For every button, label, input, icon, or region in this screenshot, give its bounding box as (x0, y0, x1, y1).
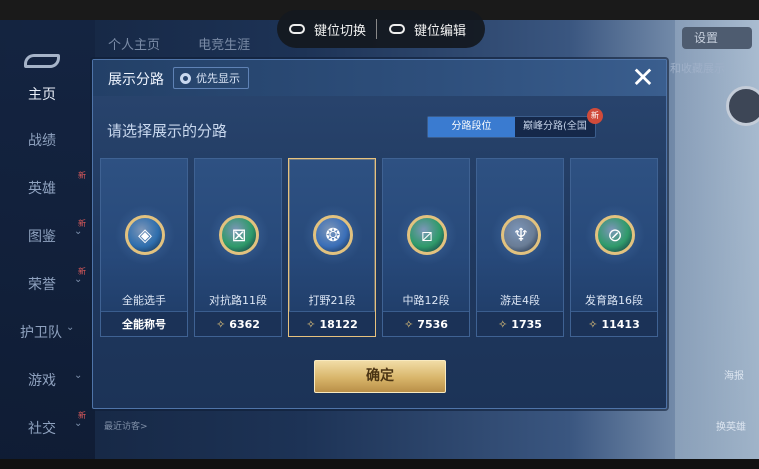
tab-peak-lane[interactable]: 巅峰分路(全国 新 (515, 108, 603, 137)
gear-icon (180, 72, 191, 84)
lane-card-value: 7536 (417, 318, 448, 331)
collection-hint: 和收藏展示 (670, 62, 725, 75)
lane-card-name: 游走4段 (500, 294, 540, 307)
dialog-header: 展示分路 优先显示 ✕ (93, 60, 666, 96)
chevron-down-icon: ⌄ (74, 370, 83, 381)
lane-card[interactable]: ⊘ 发育路16段 ✧ 11413 (570, 158, 658, 337)
nav-item-label: 战绩 (28, 133, 56, 149)
lane-card-list: ◈ 全能选手 全能称号 ⊠ 对抗路11段 ✧ 6362 ❂ 打野21段 ✧ 18122 ⧄ 中路12段 ✧… (100, 158, 660, 337)
new-badge: 新 (78, 219, 86, 228)
display-lane-dialog: 展示分路 优先显示 ✕ 请选择展示的分路 分路段位 巅峰分路(全国 新 ◈ 全能选… (92, 59, 667, 409)
key-switch-label: 键位切换 (314, 23, 367, 39)
farm-lane-icon: ⊘ (595, 215, 635, 255)
lane-card-name: 对抗路11段 (209, 294, 267, 307)
hexagon-gear-icon[interactable] (726, 86, 759, 126)
nav-item-label: 英雄 (28, 181, 56, 197)
change-hero-label[interactable]: 换英雄 (716, 418, 746, 433)
dialog-subtitle: 请选择展示的分路 (107, 122, 228, 140)
bottom-bar (0, 459, 759, 469)
nav-item-label: 社交 (28, 421, 56, 437)
lane-card-footer: ✧ 7536 (383, 311, 469, 336)
key-edit-label: 键位编辑 (414, 23, 467, 39)
lane-card-value: 18122 (319, 318, 358, 331)
tab-esports-career[interactable]: 电竞生涯 (198, 38, 250, 53)
recent-visitors-label[interactable]: 最近访客> (104, 419, 148, 432)
mid-lane-icon: ⧄ (407, 215, 447, 255)
clash-lane-icon: ⊠ (219, 215, 259, 255)
settings-button[interactable]: 设置 (682, 27, 752, 49)
lane-card[interactable]: ◈ 全能选手全能称号 (100, 158, 188, 337)
lane-card-name: 全能选手 (122, 294, 166, 307)
lane-card[interactable]: ⧄ 中路12段 ✧ 7536 (382, 158, 470, 337)
lane-card[interactable]: ⊠ 对抗路11段 ✧ 6362 (194, 158, 282, 337)
poster-label[interactable]: 海报 (724, 367, 744, 382)
points-icon: ✧ (216, 318, 226, 331)
lane-card-name: 打野21段 (308, 294, 356, 307)
nav-item-label: 游戏 (28, 373, 56, 389)
points-icon: ✧ (306, 318, 316, 331)
lane-type-switch: 分路段位 巅峰分路(全国 新 (427, 108, 603, 138)
lane-card-value: 1735 (511, 318, 542, 331)
lane-card-value: 6362 (229, 318, 260, 331)
lane-card-footer: ✧ 11413 (571, 311, 657, 336)
points-icon: ✧ (588, 318, 598, 331)
new-badge: 新 (78, 171, 86, 180)
key-edit-button[interactable]: 键位编辑 (377, 20, 466, 39)
profile-top-tabs: 个人主页 电竞生涯 (108, 34, 284, 53)
gamepad-icon (389, 24, 406, 34)
dialog-title: 展示分路 (108, 72, 164, 88)
points-icon: ✧ (498, 318, 508, 331)
all-round-icon: ◈ (125, 215, 165, 255)
new-badge: 新 (78, 267, 86, 276)
key-toolbar: 键位切换 键位编辑 (277, 10, 485, 48)
chevron-down-icon: ⌄ (66, 322, 75, 333)
tab-personal-home[interactable]: 个人主页 (108, 38, 160, 53)
lane-card[interactable]: ♆ 游走4段 ✧ 1735 (476, 158, 564, 337)
tab-lane-rank[interactable]: 分路段位 (428, 117, 515, 137)
lane-card-name: 发育路16段 (585, 294, 643, 307)
nav-item-label: 荣誉 (28, 277, 56, 293)
key-switch-button[interactable]: 键位切换 (277, 20, 366, 39)
priority-display-label: 优先显示 (196, 72, 240, 85)
points-icon: ✧ (404, 318, 414, 331)
lane-card-name: 中路12段 (402, 294, 450, 307)
nav-item-label: 主页 (28, 87, 56, 103)
lane-card-value: 11413 (601, 318, 640, 331)
gamepad-icon (289, 24, 305, 34)
lane-card-footer: ✧ 6362 (195, 311, 281, 336)
priority-display-button[interactable]: 优先显示 (173, 67, 249, 89)
nav-item-label: 护卫队 (20, 325, 62, 341)
lane-card-footer: 全能称号 (101, 311, 187, 336)
lane-card-value: 全能称号 (122, 318, 166, 331)
new-badge: 新 (78, 411, 86, 420)
roam-icon: ♆ (501, 215, 541, 255)
new-badge: 新 (586, 108, 603, 124)
lane-card-footer: ✧ 18122 (289, 311, 375, 336)
tab-peak-lane-label: 巅峰分路(全国 (523, 121, 587, 132)
confirm-button[interactable]: 确定 (314, 360, 446, 393)
back-logo-icon[interactable] (24, 54, 60, 68)
lane-card[interactable]: ❂ 打野21段 ✧ 18122 (288, 158, 376, 337)
nav-item-label: 图鉴 (28, 229, 56, 245)
close-icon[interactable]: ✕ (630, 64, 656, 92)
jungle-icon: ❂ (313, 215, 353, 255)
lane-card-footer: ✧ 1735 (477, 311, 563, 336)
